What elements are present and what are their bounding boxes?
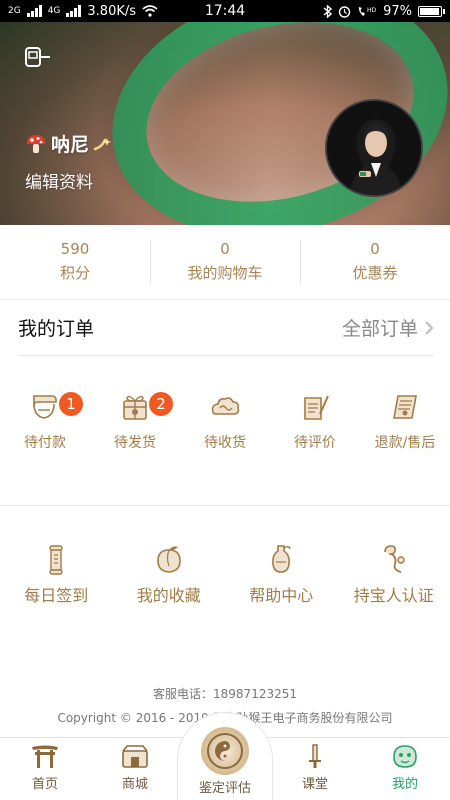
order-refund-label: 退款/售后 [374,435,436,451]
badge-pending-shipment: 2 [149,392,173,416]
order-refund[interactable]: 退款/售后 [360,390,450,470]
edit-profile-link[interactable]: 编辑资料 [25,168,93,193]
avatar[interactable] [325,99,423,197]
ruyi-icon [383,545,405,573]
help-center[interactable]: 帮助中心 [225,542,338,612]
chevron-right-icon [425,320,434,335]
order-pending-receipt[interactable]: 待收货 [180,390,270,470]
order-pending-payment[interactable]: 待付款 1 [0,390,90,470]
my-favorites-label: 我的收藏 [136,586,201,605]
owner-certification-label: 持宝人认证 [353,586,434,605]
status-time: 17:44 [204,3,246,19]
vase-icon [272,545,291,573]
services-row: 每日签到 我的收藏 帮助中心 持宝人认证 [0,542,450,612]
order-pending-receipt-label: 待收货 [204,435,246,451]
tab-classroom-label: 课堂 [301,777,328,792]
section-divider [0,505,450,506]
order-pending-review[interactable]: 待评价 [270,390,360,470]
tab-home-label: 首页 [31,777,58,792]
profile-name-text: 呐尼 [51,134,90,156]
stat-coupons[interactable]: 0 优惠券 [300,238,450,286]
badge-pending-payment: 1 [59,392,83,416]
tab-mine-label: 我的 [391,777,418,792]
stat-cart-value: 0 [220,240,230,258]
gift-box-icon [123,395,147,420]
order-pending-shipment-label: 待发货 [114,435,156,451]
tab-appraisal-label: 鉴定评估 [198,781,251,796]
sparkle-icon [93,137,112,150]
wallet-icon [33,395,57,419]
mushroom-icon [27,134,45,153]
order-status-row: 待付款 1 待发货 2 待收货 待评价 退款/售后 [0,390,450,470]
all-orders-label: 全部订单 [341,318,418,340]
orders-title: 我的订单 [18,318,95,340]
stat-coupons-label: 优惠券 [352,264,398,282]
gate-icon [32,745,58,768]
stat-coupons-value: 0 [370,240,380,258]
order-pending-review-label: 待评价 [294,435,336,451]
tab-classroom[interactable]: 课堂 [270,738,360,800]
shop-icon [122,745,148,768]
pen-paper-icon [304,395,329,420]
stat-cart-label: 我的购物车 [187,264,263,282]
battery-icon [418,5,445,17]
bagua-icon[interactable] [201,727,249,775]
stat-points-label: 积分 [59,264,90,282]
owner-certification[interactable]: 持宝人认证 [338,542,450,612]
stat-cart[interactable]: 0 我的购物车 [150,238,300,286]
order-pending-payment-label: 待付款 [24,435,66,451]
sword-icon [309,744,321,768]
peach-icon [156,546,181,573]
profile-header: 呐尼 编辑资料 [0,22,450,225]
daily-checkin-label: 每日签到 [24,586,89,605]
face-icon [393,745,417,768]
all-orders-link[interactable]: 全部订单 [342,314,434,341]
phone-label: 客服电话： [153,687,214,701]
tab-shop[interactable]: 商城 [90,738,180,800]
status-bar: 2G 4G 3.80K/s 17:44 HD 97% [0,0,450,22]
scroll-icon [49,545,63,575]
tab-home[interactable]: 首页 [0,738,90,800]
customer-service-line: 客服电话：18987123251 [0,682,450,706]
cloud-icon [211,397,240,415]
scan-icon[interactable] [22,46,52,68]
stats-bar: 590 积分 0 我的购物车 0 优惠券 [0,225,450,300]
orders-header: 我的订单 全部订单 [18,300,434,356]
order-pending-shipment[interactable]: 待发货 2 [90,390,180,470]
help-center-label: 帮助中心 [249,586,314,605]
my-favorites[interactable]: 我的收藏 [113,542,226,612]
tab-mine[interactable]: 我的 [360,738,450,800]
refund-icon [393,395,417,419]
stat-points[interactable]: 590 积分 [0,238,150,286]
stat-points-value: 590 [60,240,90,258]
phone-number[interactable]: 18987123251 [213,687,297,701]
tab-shop-label: 商城 [121,777,148,792]
bagua-icon-svg [207,733,243,769]
profile-name[interactable]: 呐尼 [25,130,113,157]
daily-checkin[interactable]: 每日签到 [0,542,113,612]
avatar-image [327,101,421,195]
